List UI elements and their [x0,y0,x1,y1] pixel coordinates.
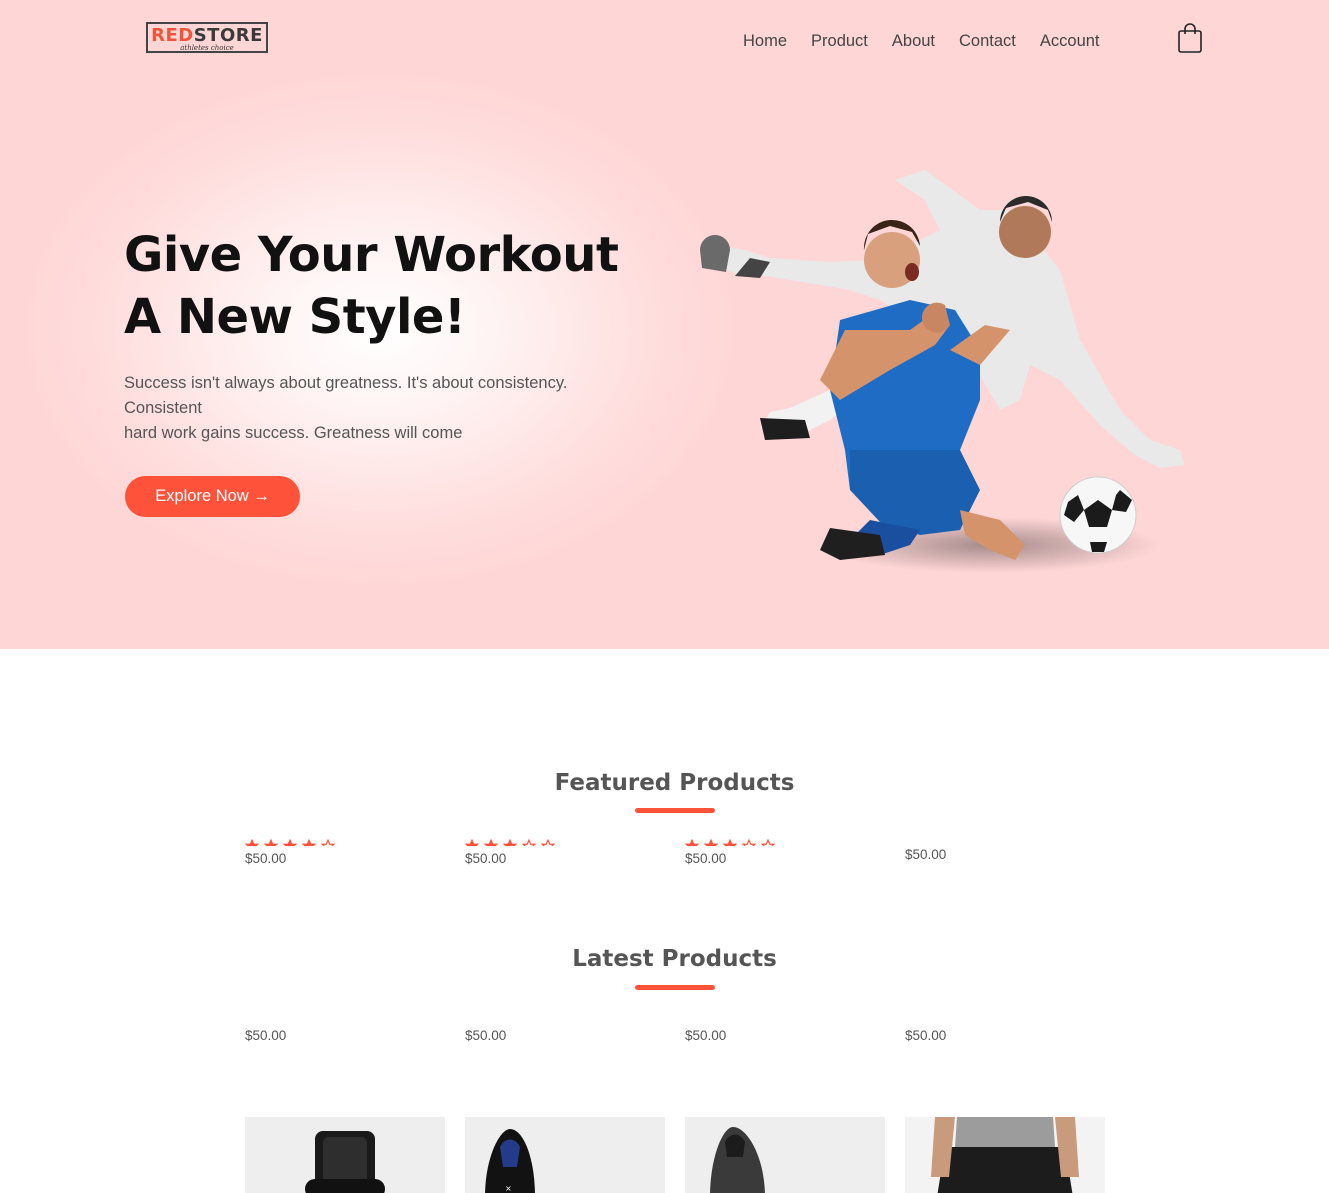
product-price: $50.00 [685,851,727,866]
nav-about[interactable]: About [892,31,935,51]
hero-text-line1: Success isn't always about greatness. It… [124,374,568,392]
product-price: $50.00 [905,847,947,862]
main-nav: Home Product About Contact Account [743,31,1124,51]
star-outline-icon [540,838,555,846]
star-filled-icon [465,838,480,846]
product-price: $50.00 [245,851,287,866]
hero-text-line3: hard work gains success. Greatness will … [124,424,463,442]
product-price: $50.00 [245,1028,287,1043]
nav-product[interactable]: Product [811,31,868,51]
star-filled-icon [301,838,317,846]
star-outline-icon [741,838,757,846]
featured-products-title: Featured Products [554,770,795,796]
gray-shoe-image[interactable] [685,1117,885,1193]
latest-products-title: Latest Products [572,946,777,972]
product-rating [465,838,555,846]
star-outline-icon [760,838,775,846]
explore-now-button[interactable]: Explore Now → [125,476,300,517]
star-filled-icon [685,838,700,846]
logo-tagline: athletes choice [180,44,234,52]
hero-description: Success isn't always about greatness. It… [124,371,644,446]
nav-contact[interactable]: Contact [959,31,1016,51]
star-filled-icon [263,838,279,846]
product-price: $50.00 [465,851,507,866]
shopping-bag-icon[interactable] [1176,22,1204,54]
product-rating [685,838,775,846]
featured-title-underline [635,808,715,813]
svg-text:×: × [505,1184,512,1193]
product-price: $50.00 [905,1028,947,1043]
hero-section: REDSTORE athletes choice Home Product Ab… [0,0,1329,649]
black-shoe-image[interactable]: × [465,1117,665,1193]
hero-title: Give Your Workout A New Style! [124,224,684,348]
hero-title-line2: A New Style! [124,289,466,345]
football-players-image [700,170,1185,573]
star-filled-icon [282,838,298,846]
smartwatch-image[interactable] [245,1117,445,1193]
star-filled-icon [703,838,719,846]
hero-title-line1: Give Your Workout [124,227,619,283]
track-pants-image[interactable] [905,1117,1105,1193]
nav-home[interactable]: Home [743,31,787,51]
hero-text-line2: Consistent [124,399,202,417]
product-rating [245,838,335,846]
star-filled-icon [502,838,518,846]
product-price: $50.00 [685,1028,727,1043]
star-outline-icon [521,838,537,846]
star-outline-icon [320,838,335,846]
star-filled-icon [722,838,738,846]
nav-account[interactable]: Account [1040,31,1100,51]
star-filled-icon [483,838,499,846]
latest-title-underline [635,985,715,990]
product-price: $50.00 [465,1028,507,1043]
star-filled-icon [245,838,260,846]
logo[interactable]: REDSTORE athletes choice [146,22,268,53]
